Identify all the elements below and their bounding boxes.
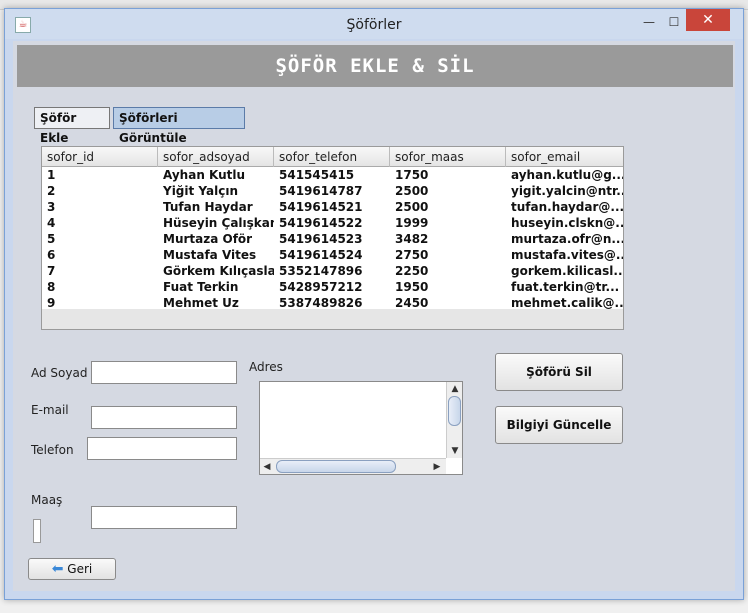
column-header-telefon[interactable]: sofor_telefon bbox=[274, 147, 390, 167]
table-row[interactable]: 5 Murtaza Oför 5419614523 3482 murtaza.ofr@n… bbox=[42, 231, 623, 247]
table-cell: 5419614522 bbox=[279, 216, 363, 230]
title-bar: ☕ Şöförler — ☐ ✕ bbox=[5, 9, 743, 39]
tab-soforleri-goruntule[interactable]: Şöförleri Görüntüle bbox=[113, 107, 245, 145]
table-cell: huseyin.clskn@... bbox=[511, 216, 623, 230]
table-cell: 3 bbox=[47, 200, 56, 214]
back-button[interactable]: ⬅ Geri bbox=[28, 558, 116, 580]
vertical-scrollbar[interactable]: ▲ ▼ bbox=[446, 382, 462, 458]
table-cell: 541545415 bbox=[279, 168, 355, 182]
table-cell: 1999 bbox=[395, 216, 429, 230]
table-cell: 5387489826 bbox=[279, 296, 363, 310]
table-cell: 8 bbox=[47, 280, 56, 294]
scroll-down-icon[interactable]: ▼ bbox=[448, 444, 462, 458]
column-header-email[interactable]: sofor_email bbox=[506, 147, 623, 167]
table-cell: 5352147896 bbox=[279, 264, 363, 278]
table-cell: murtaza.ofr@n... bbox=[511, 232, 623, 246]
tab-sofor-ekle[interactable]: Şöför Ekle bbox=[34, 107, 110, 145]
maas-input[interactable] bbox=[91, 506, 237, 529]
close-button[interactable]: ✕ bbox=[686, 9, 730, 31]
back-button-label: Geri bbox=[67, 562, 93, 576]
table-cell: 2450 bbox=[395, 296, 429, 310]
email-input[interactable] bbox=[91, 406, 237, 429]
table-cell: tufan.haydar@... bbox=[511, 200, 623, 214]
table-cell: mustafa.vites@... bbox=[511, 248, 623, 262]
table-cell: 7 bbox=[47, 264, 56, 278]
back-arrow-icon: ⬅ bbox=[51, 561, 64, 577]
table-cell: Mehmet Uz bbox=[163, 296, 239, 310]
table-cell: 5419614787 bbox=[279, 184, 363, 198]
table-row[interactable]: 1 Ayhan Kutlu 541545415 1750 ayhan.kutlu@g..… bbox=[42, 167, 623, 183]
scroll-up-icon[interactable]: ▲ bbox=[448, 382, 462, 396]
vertical-scroll-thumb[interactable] bbox=[448, 396, 461, 426]
table-cell: 2250 bbox=[395, 264, 429, 278]
table-cell: 5 bbox=[47, 232, 56, 246]
adres-label: Adres bbox=[249, 360, 283, 374]
table-row[interactable]: 9 Mehmet Uz 5387489826 2450 mehmet.calik@... bbox=[42, 295, 623, 311]
table-cell: 2750 bbox=[395, 248, 429, 262]
table-cell: 3482 bbox=[395, 232, 429, 246]
adres-textarea[interactable]: ▲ ▼ ◀ ▶ bbox=[259, 381, 463, 475]
table-cell: Murtaza Oför bbox=[163, 232, 253, 246]
column-header-maas[interactable]: sofor_maas bbox=[390, 147, 506, 167]
table-body: 1 Ayhan Kutlu 541545415 1750 ayhan.kutlu@g..… bbox=[42, 167, 623, 311]
column-header-id[interactable]: sofor_id bbox=[42, 147, 158, 167]
table-cell: 1950 bbox=[395, 280, 429, 294]
table-row[interactable]: 7 Görkem Kılıçaslan 5352147896 2250 gorkem.k… bbox=[42, 263, 623, 279]
telefon-label: Telefon bbox=[31, 443, 74, 457]
table-row[interactable]: 2 Yiğit Yalçın 5419614787 2500 yigit.yalcin@… bbox=[42, 183, 623, 199]
telefon-input[interactable] bbox=[87, 437, 237, 460]
delete-driver-button[interactable]: Şöförü Sil bbox=[495, 353, 623, 391]
horizontal-scroll-thumb[interactable] bbox=[276, 460, 396, 473]
table-cell: gorkem.kilicasl... bbox=[511, 264, 623, 278]
table-cell: 5419614521 bbox=[279, 200, 363, 214]
table-cell: fuat.terkin@tr... bbox=[511, 280, 620, 294]
table-cell: ayhan.kutlu@g... bbox=[511, 168, 623, 182]
maas-label: Maaş bbox=[31, 493, 63, 507]
table-cell: 2500 bbox=[395, 200, 429, 214]
table-cell: 4 bbox=[47, 216, 56, 230]
table-cell: Hüseyin Çalışkan bbox=[163, 216, 274, 230]
window-title: Şöförler bbox=[346, 17, 402, 33]
table-cell: 5419614523 bbox=[279, 232, 363, 246]
table-cell: Görkem Kılıçaslan bbox=[163, 264, 274, 278]
horizontal-scrollbar[interactable]: ◀ ▶ bbox=[260, 458, 446, 474]
table-cell: 1750 bbox=[395, 168, 429, 182]
table-cell: Yiğit Yalçın bbox=[163, 184, 238, 198]
table-cell: 1 bbox=[47, 168, 56, 182]
small-field[interactable] bbox=[33, 519, 41, 543]
table-cell: Fuat Terkin bbox=[163, 280, 239, 294]
adsoyad-input[interactable] bbox=[91, 361, 237, 384]
table-row[interactable]: 6 Mustafa Vites 5419614524 2750 mustafa.vite… bbox=[42, 247, 623, 263]
table-cell: 5419614524 bbox=[279, 248, 363, 262]
table-cell: 9 bbox=[47, 296, 56, 310]
table-row[interactable]: 4 Hüseyin Çalışkan 5419614522 1999 huseyin.c… bbox=[42, 215, 623, 231]
email-label: E-mail bbox=[31, 403, 69, 417]
content-panel: ŞÖFÖR EKLE & SİL Şöför Ekle Şöförleri Gö… bbox=[13, 41, 735, 591]
scroll-left-icon[interactable]: ◀ bbox=[260, 460, 274, 474]
sofor-table: sofor_id sofor_adsoyad sofor_telefon sof… bbox=[41, 146, 624, 330]
table-row[interactable]: 8 Fuat Terkin 5428957212 1950 fuat.terkin@tr… bbox=[42, 279, 623, 295]
column-header-adsoyad[interactable]: sofor_adsoyad bbox=[158, 147, 274, 167]
table-cell: Tufan Haydar bbox=[163, 200, 253, 214]
table-row[interactable]: 3 Tufan Haydar 5419614521 2500 tufan.haydar@… bbox=[42, 199, 623, 215]
table-header: sofor_id sofor_adsoyad sofor_telefon sof… bbox=[42, 147, 623, 167]
maximize-button[interactable]: ☐ bbox=[661, 13, 687, 31]
table-cell: 2 bbox=[47, 184, 56, 198]
app-window: ☕ Şöförler — ☐ ✕ ŞÖFÖR EKLE & SİL Şöför … bbox=[4, 8, 744, 600]
minimize-button[interactable]: — bbox=[636, 13, 662, 31]
table-cell: 2500 bbox=[395, 184, 429, 198]
table-cell: Ayhan Kutlu bbox=[163, 168, 246, 182]
table-cell: mehmet.calik@... bbox=[511, 296, 623, 310]
adsoyad-label: Ad Soyad bbox=[31, 366, 88, 380]
table-cell: Mustafa Vites bbox=[163, 248, 257, 262]
table-cell: yigit.yalcin@ntr... bbox=[511, 184, 623, 198]
table-cell: 5428957212 bbox=[279, 280, 363, 294]
update-info-button[interactable]: Bilgiyi Güncelle bbox=[495, 406, 623, 444]
scroll-right-icon[interactable]: ▶ bbox=[430, 460, 444, 474]
page-banner: ŞÖFÖR EKLE & SİL bbox=[17, 45, 733, 87]
table-cell: 6 bbox=[47, 248, 56, 262]
